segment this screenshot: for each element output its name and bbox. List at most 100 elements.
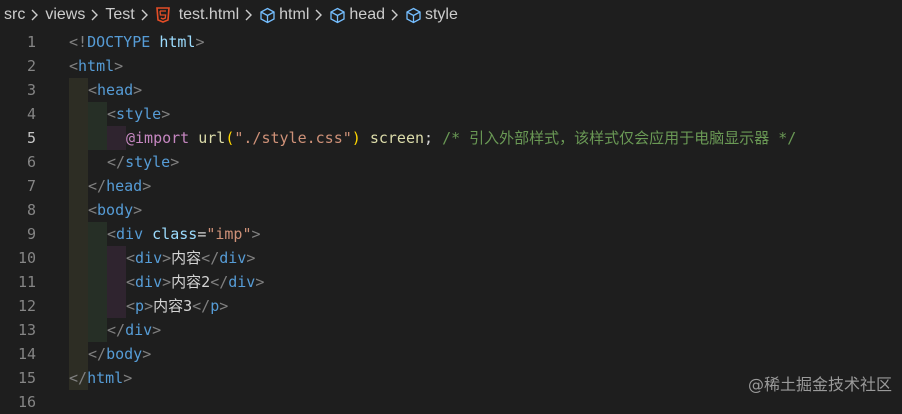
- breadcrumb-item-style[interactable]: style: [405, 6, 458, 24]
- punctuation: <!: [69, 33, 88, 51]
- tag-name: head: [106, 177, 143, 195]
- code-text: <p>内容3</p>: [126, 294, 228, 318]
- punctuation: </: [201, 249, 220, 267]
- html5-icon: [155, 7, 171, 23]
- punctuation: </: [107, 153, 126, 171]
- chevron-right-icon: [243, 7, 255, 23]
- punctuation: <: [88, 81, 98, 99]
- line-number: 10: [17, 249, 36, 267]
- media-type: screen: [360, 129, 425, 147]
- line-number: 14: [17, 345, 36, 363]
- code-editor[interactable]: 1 <!DOCTYPE html> 2 <html> 3 <head> 4 <s…: [0, 30, 902, 411]
- code-line: 2 <html>: [0, 54, 902, 78]
- tag-name: div: [228, 273, 256, 291]
- line-number: 12: [17, 297, 36, 315]
- function-name: url: [198, 129, 226, 147]
- breadcrumb-item-head[interactable]: head: [329, 6, 385, 24]
- code-line: 4 <style>: [0, 102, 902, 126]
- punctuation: <: [126, 273, 136, 291]
- element-text: 内容3: [153, 297, 193, 315]
- code-comment: /* 引入外部样式，该样式仅会应用于电脑显示器 */: [442, 129, 797, 147]
- code-text: </style>: [107, 150, 179, 174]
- line-number: 13: [17, 321, 36, 339]
- punctuation: >: [161, 105, 171, 123]
- punctuation: >: [142, 177, 152, 195]
- tag-name: p: [135, 297, 145, 315]
- punctuation: </: [88, 345, 107, 363]
- punctuation: >: [255, 273, 265, 291]
- tag-name: head: [97, 81, 134, 99]
- paren: ): [351, 129, 361, 147]
- punctuation: >: [123, 369, 133, 387]
- line-number: 11: [17, 273, 36, 291]
- breadcrumb-item-views[interactable]: views: [45, 6, 85, 24]
- punctuation: >: [170, 153, 180, 171]
- tag-name: div: [135, 273, 163, 291]
- code-text: </body>: [88, 342, 151, 366]
- attribute-name: class: [152, 225, 198, 243]
- breadcrumb-item-test-html[interactable]: test.html: [155, 6, 239, 24]
- tag-name: div: [116, 225, 144, 243]
- code-line: 8 <body>: [0, 198, 902, 222]
- tag-name: div: [219, 249, 247, 267]
- code-line: 9 <div class="imp">: [0, 222, 902, 246]
- breadcrumb-item-src[interactable]: src: [4, 6, 25, 24]
- breadcrumb-item-test[interactable]: Test: [105, 6, 134, 24]
- line-number: 4: [26, 105, 36, 123]
- punctuation: >: [142, 345, 152, 363]
- line-number: 9: [26, 225, 36, 243]
- tag-name: html: [87, 369, 124, 387]
- punctuation: <: [126, 249, 136, 267]
- symbol-structure-icon: [259, 7, 276, 24]
- chevron-right-icon: [89, 7, 101, 23]
- code-text: <div>内容2</div>: [126, 270, 264, 294]
- semicolon: ;: [424, 129, 434, 147]
- code-text: </head>: [88, 174, 151, 198]
- tag-name: div: [135, 249, 163, 267]
- code-line-active: 5 @import url("./style.css") screen; /* …: [0, 126, 902, 150]
- punctuation: </: [88, 177, 107, 195]
- punctuation: >: [114, 57, 124, 75]
- code-line: 12 <p>内容3</p>: [0, 294, 902, 318]
- punctuation: >: [144, 297, 154, 315]
- code-text: </div>: [107, 318, 161, 342]
- punctuation: >: [152, 321, 162, 339]
- punctuation: <: [88, 201, 98, 219]
- punctuation: <: [107, 105, 117, 123]
- code-text: <html>: [69, 54, 123, 78]
- code-line: 13 </div>: [0, 318, 902, 342]
- element-text: 内容2: [171, 273, 211, 291]
- doctype-keyword: DOCTYPE: [87, 33, 151, 51]
- line-number: 16: [17, 393, 36, 411]
- line-number: 6: [26, 153, 36, 171]
- punctuation: >: [162, 249, 172, 267]
- line-number: 7: [26, 177, 36, 195]
- punctuation: >: [133, 81, 143, 99]
- tag-name: style: [125, 153, 171, 171]
- code-text: <body>: [88, 198, 142, 222]
- equals-sign: =: [197, 225, 207, 243]
- symbol-structure-icon: [405, 7, 422, 24]
- code-line: 1 <!DOCTYPE html>: [0, 30, 902, 54]
- line-number: 5: [26, 129, 36, 147]
- tag-name: p: [210, 297, 220, 315]
- chevron-right-icon: [389, 7, 401, 23]
- code-text: <head>: [88, 78, 142, 102]
- line-number: 15: [17, 369, 36, 387]
- punctuation: <: [107, 225, 117, 243]
- punctuation: >: [246, 249, 256, 267]
- code-line: 7 </head>: [0, 174, 902, 198]
- string-literal: "./style.css": [234, 129, 352, 147]
- breadcrumb-item-html[interactable]: html: [259, 6, 309, 24]
- code-line: 3 <head>: [0, 78, 902, 102]
- punctuation: >: [251, 225, 261, 243]
- punctuation: >: [162, 273, 172, 291]
- punctuation: </: [69, 369, 88, 387]
- doctype-name: html: [159, 33, 196, 51]
- code-line: 11 <div>内容2</div>: [0, 270, 902, 294]
- element-text: 内容: [171, 249, 202, 267]
- punctuation: </: [107, 321, 126, 339]
- line-number: 3: [26, 81, 36, 99]
- line-number: 2: [26, 57, 36, 75]
